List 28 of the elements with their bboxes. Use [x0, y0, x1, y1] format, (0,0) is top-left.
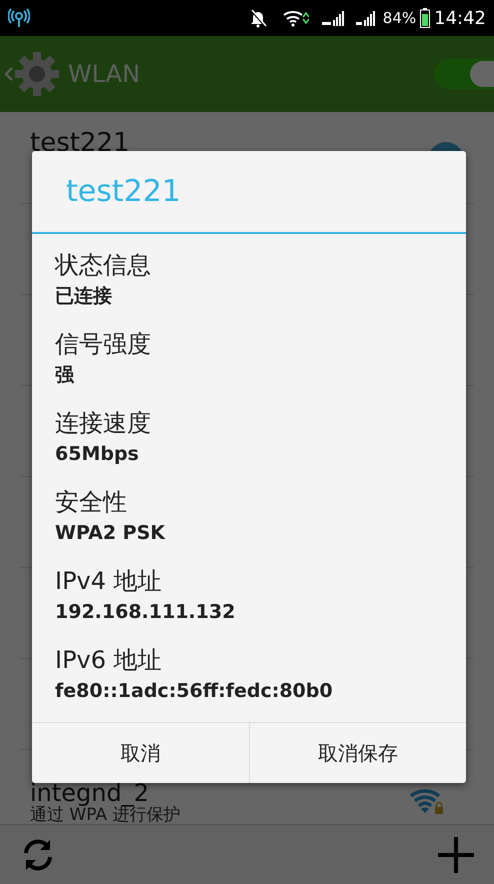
- back-icon: [4, 66, 14, 82]
- field-value: 65Mbps: [55, 442, 140, 467]
- field-label: IPv4 地址: [55, 566, 163, 597]
- field-label: 信号强度: [55, 328, 152, 360]
- field-value: 192.168.111.132: [55, 600, 236, 625]
- add-icon[interactable]: [438, 836, 474, 872]
- field-label: IPv6 地址: [55, 644, 163, 676]
- field-label: 安全性: [55, 486, 128, 518]
- muted-bell-icon: [248, 8, 267, 28]
- field-value: 强: [55, 362, 75, 388]
- battery-icon: [420, 8, 430, 28]
- gear-icon: [14, 51, 60, 97]
- field-value: WPA2 PSK: [55, 520, 166, 546]
- field-value: fe80::1adc:56ff:fedc:80b0: [55, 678, 334, 704]
- signal-icon: [320, 10, 347, 26]
- dialog-button[interactable]: 取消: [32, 722, 248, 783]
- field-label: 状态信息: [55, 250, 152, 281]
- wlan-switch[interactable]: [434, 59, 494, 89]
- wifi-lock-icon: [410, 787, 444, 815]
- field-value: 已连接: [55, 284, 113, 309]
- hotspot-icon: [8, 7, 30, 29]
- clock: 14:42: [434, 6, 486, 30]
- dialog-title: test221: [66, 172, 181, 211]
- header-title: WLAN: [68, 59, 140, 90]
- battery-percent: 84%: [382, 8, 416, 29]
- dialog-button[interactable]: 取消保存: [248, 722, 466, 783]
- network-subtitle: 通过 WPA 进行保护: [30, 806, 180, 824]
- field-label: 连接速度: [55, 408, 152, 439]
